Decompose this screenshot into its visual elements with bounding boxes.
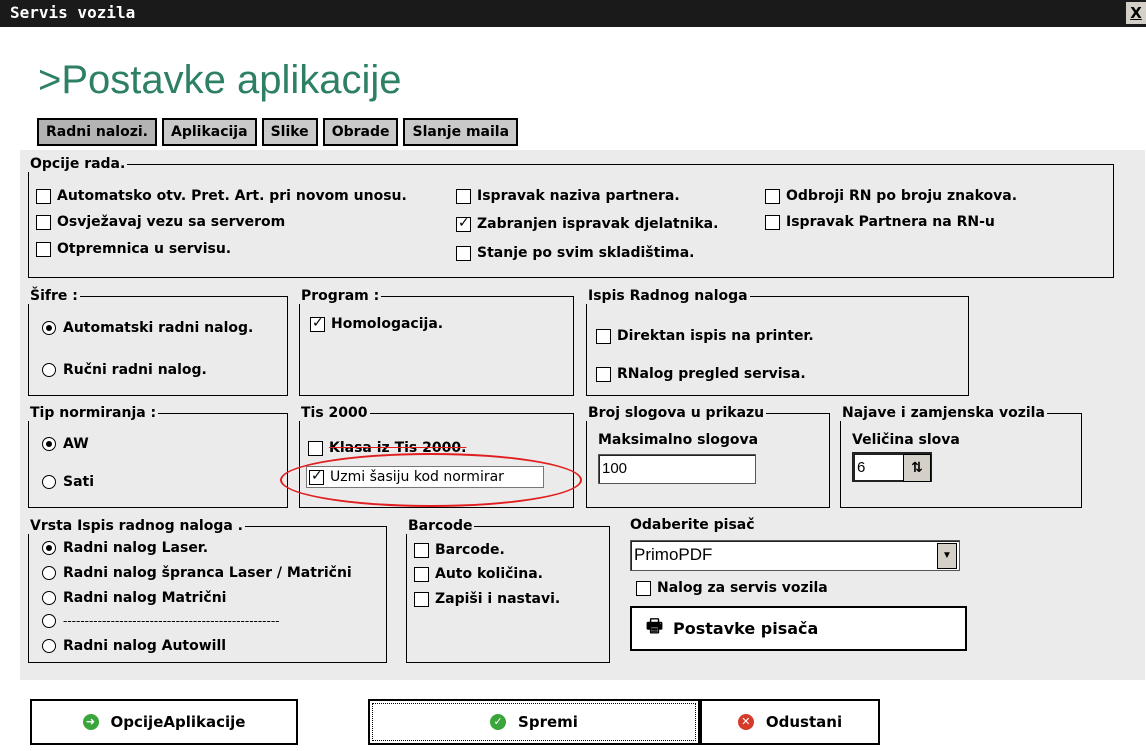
checkbox-icon: [414, 591, 429, 607]
program-group: Program :: [299, 288, 574, 396]
tis-2000-legend: Tis 2000: [301, 405, 368, 421]
radio-icon: [42, 591, 56, 605]
checkbox-icon: [36, 214, 51, 230]
velicina-slova-label: Veličina slova: [852, 432, 960, 448]
tab-radni-nalozi[interactable]: Radni nalozi.: [37, 118, 157, 146]
maksimalno-slogova-label: Maksimalno slogova: [598, 432, 759, 448]
radio-icon: [42, 475, 56, 489]
checkbox-icon: [596, 366, 611, 382]
sifre-group: Šifre :: [28, 288, 288, 396]
radio-automatski-radni-nalog[interactable]: Automatski radni nalog.: [42, 320, 253, 336]
radio-rucni-radni-nalog[interactable]: Ručni radni nalog.: [42, 362, 207, 378]
printer-select[interactable]: PrimoPDF ▼: [630, 540, 960, 571]
tab-bar: Radni nalozi. Aplikacija Slike Obrade Sl…: [37, 118, 523, 146]
radio-icon: [42, 639, 56, 653]
checkbox-osvjezavaj[interactable]: Osvježavaj vezu sa serverom: [36, 214, 285, 230]
checkbox-icon: [308, 440, 323, 456]
checkbox-direktan-ispis[interactable]: Direktan ispis na printer.: [596, 328, 814, 344]
barcode-legend: Barcode: [408, 518, 473, 534]
spinner-icon[interactable]: ⇅: [903, 454, 931, 482]
checkbox-barcode[interactable]: Barcode.: [414, 542, 505, 558]
radio-spranca-laser-matricni[interactable]: Radni nalog špranca Laser / Matrični: [42, 565, 352, 581]
radio-radni-nalog-matricni[interactable]: Radni nalog Matrični: [42, 590, 226, 606]
checkbox-zabranjen-ispravak[interactable]: Zabranjen ispravak djelatnika.: [456, 215, 718, 232]
broj-slogova-legend: Broj slogova u prikazu: [588, 405, 765, 421]
radio-icon: [42, 363, 56, 377]
odustani-button[interactable]: ✕ Odustani: [700, 699, 880, 745]
radio-radni-nalog-autowill[interactable]: Radni nalog Autowill: [42, 638, 226, 654]
vrsta-ispis-legend: Vrsta Ispis radnog naloga .: [30, 518, 244, 534]
radio-aw[interactable]: AW: [42, 436, 89, 452]
najave-legend: Najave i zamjenska vozila: [842, 405, 1045, 421]
printer-icon: 🖶: [646, 615, 663, 637]
radio-separator[interactable]: ----------------------------------------…: [42, 614, 280, 628]
program-legend: Program :: [301, 288, 380, 304]
opcije-rada-legend: Opcije rada.: [30, 156, 126, 172]
radio-selected-icon: [42, 321, 56, 335]
tab-slanje-maila[interactable]: Slanje maila: [403, 118, 519, 146]
tab-aplikacija[interactable]: Aplikacija: [162, 118, 257, 146]
chevron-down-icon[interactable]: ▼: [937, 543, 957, 569]
checkbox-icon: [456, 245, 471, 261]
page-title: >Postavke aplikacije: [38, 58, 402, 102]
checkbox-icon: [765, 188, 780, 204]
radio-radni-nalog-laser[interactable]: Radni nalog Laser.: [42, 540, 208, 556]
window-title: Servis vozila: [10, 3, 136, 22]
checkbox-auto-kolicina[interactable]: Auto količina.: [414, 566, 543, 582]
opcije-aplikacije-button[interactable]: ➜ OpcijeAplikacije: [30, 699, 298, 745]
ispis-radnog-naloga-legend: Ispis Radnog naloga: [588, 288, 748, 304]
checkbox-otpremnica[interactable]: Otpremnica u servisu.: [36, 241, 231, 257]
arrow-right-icon: ➜: [82, 714, 99, 730]
checkbox-checked-icon: [456, 215, 471, 232]
checkbox-odbroji-rn[interactable]: Odbroji RN po broju znakova.: [765, 188, 1017, 204]
maksimalno-slogova-input[interactable]: 100: [598, 454, 756, 484]
radio-selected-icon: [42, 437, 56, 451]
checkbox-icon: [414, 542, 429, 558]
radio-selected-icon: [42, 541, 56, 555]
checkbox-homologacija[interactable]: Homologacija.: [310, 315, 443, 332]
checkbox-ispravak-naziva[interactable]: Ispravak naziva partnera.: [456, 188, 680, 204]
checkbox-rnalog-pregled[interactable]: RNalog pregled servisa.: [596, 366, 806, 382]
checkbox-icon: [36, 188, 51, 204]
tab-slike[interactable]: Slike: [261, 118, 318, 146]
highlight-oval: [280, 453, 582, 507]
close-icon: ✕: [737, 714, 754, 730]
checkbox-icon: [636, 580, 651, 596]
checkbox-zapisi-nastavi[interactable]: Zapiši i nastavi.: [414, 591, 560, 607]
tab-obrade[interactable]: Obrade: [322, 118, 399, 146]
odaberite-pisac-label: Odaberite pisač: [630, 517, 755, 533]
tip-normiranja-group: Tip normiranja :: [28, 405, 288, 508]
checkbox-nalog-servis-vozila[interactable]: Nalog za servis vozila: [636, 580, 828, 596]
checkbox-ispravak-partnera-rn[interactable]: Ispravak Partnera na RN-u: [765, 214, 995, 230]
checkbox-checked-icon: [310, 315, 325, 332]
checkmark-icon: ✓: [490, 714, 507, 730]
radio-sati[interactable]: Sati: [42, 474, 94, 490]
spremi-button[interactable]: ✓ Spremi: [368, 699, 700, 745]
radio-icon: [42, 614, 56, 628]
checkbox-icon: [414, 566, 429, 582]
checkbox-stanje-skladista[interactable]: Stanje po svim skladištima.: [456, 245, 694, 261]
sifre-legend: Šifre :: [30, 288, 78, 304]
checkbox-automatsko-otv[interactable]: Automatsko otv. Pret. Art. pri novom uno…: [36, 188, 407, 204]
checkbox-icon: [456, 188, 471, 204]
checkbox-icon: [765, 214, 780, 230]
title-bar: Servis vozila X: [0, 0, 1146, 27]
postavke-pisaca-button[interactable]: 🖶 Postavke pisača: [630, 606, 967, 651]
checkbox-icon: [36, 241, 51, 257]
radio-icon: [42, 566, 56, 580]
close-button[interactable]: X: [1126, 2, 1146, 24]
tip-normiranja-legend: Tip normiranja :: [30, 405, 157, 421]
checkbox-icon: [596, 328, 611, 344]
